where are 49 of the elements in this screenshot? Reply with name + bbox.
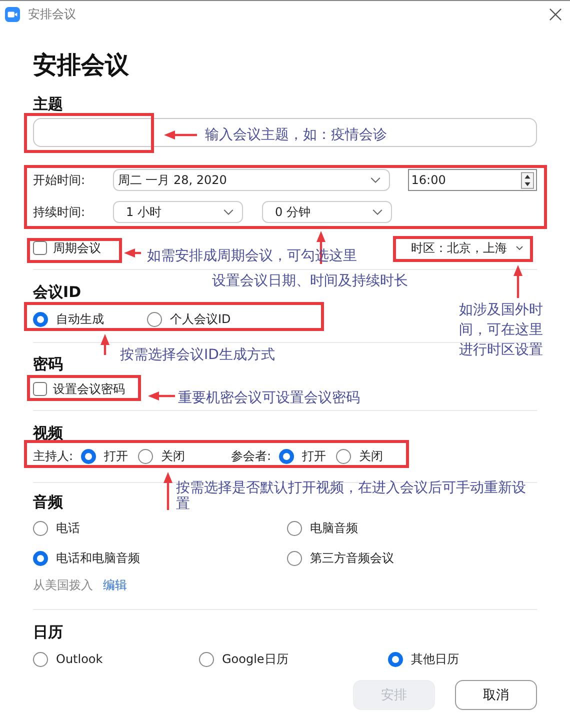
spinner-icon[interactable]	[521, 172, 534, 188]
timezone-dropdown[interactable]: 时区：北京，上海	[411, 240, 524, 256]
window-title: 安排会议	[28, 6, 76, 23]
radio-option[interactable]: 打开	[279, 448, 326, 464]
topic-field[interactable]	[33, 118, 537, 147]
field-label: 参会者:	[231, 448, 272, 464]
time-field[interactable]: 16:00	[408, 169, 537, 191]
radio-option[interactable]: Outlook	[33, 652, 199, 666]
section-title: 音频	[33, 492, 63, 512]
radio-option[interactable]: 第三方音频会议	[287, 547, 394, 569]
section-title: 主题	[33, 94, 63, 114]
annotation-note: 重要机密会议可设置会议密码	[178, 389, 360, 408]
radio-option[interactable]: 打开	[81, 448, 128, 464]
recurring-checkbox[interactable]: 周期会议	[33, 240, 101, 256]
radio-option[interactable]: 电脑音频	[287, 517, 358, 539]
field-label: 主持人:	[33, 448, 74, 464]
section-title: 视频	[33, 423, 63, 443]
section-title: 密码	[33, 354, 63, 374]
radio-option[interactable]: 电话和电脑音频	[33, 547, 140, 569]
cancel-button[interactable]: 取消	[455, 680, 537, 710]
dial-in-label: 从美国拨入	[33, 576, 93, 594]
field-label: 持续时间:	[33, 204, 86, 220]
hours-dropdown[interactable]: 1 小时	[113, 201, 243, 223]
annotation-note: 输入会议主题，如：疫情会诊	[205, 126, 387, 145]
annotation-note: 按需选择是否默认打开视频，在进入会议后可手动重新设置	[176, 480, 526, 512]
chevron-icon	[223, 208, 234, 216]
radio-option[interactable]: 电话	[33, 517, 80, 539]
annotation-note: 按需选择会议ID生成方式	[120, 346, 275, 365]
app-logo-icon	[5, 7, 20, 22]
section-title: 日历	[33, 622, 63, 642]
radio-option[interactable]: 其他日历	[388, 650, 459, 668]
close-icon[interactable]	[549, 8, 562, 21]
annotation-note: 设置会议日期、时间及持续时长	[212, 272, 408, 291]
date-dropdown[interactable]: 周二 一月 28, 2020	[112, 169, 390, 191]
radio-option[interactable]: Google日历	[199, 650, 388, 668]
radio-option[interactable]: 关闭	[138, 448, 186, 464]
radio-option[interactable]: 自动生成	[33, 310, 147, 328]
radio-option[interactable]: 关闭	[336, 448, 384, 464]
chevron-icon	[372, 208, 383, 216]
minutes-dropdown[interactable]: 0 分钟	[262, 201, 392, 223]
section-title: 会议ID	[33, 282, 82, 302]
chevron-icon	[370, 176, 382, 184]
radio-option[interactable]: 个人会议ID	[147, 310, 231, 328]
field-label: 开始时间:	[33, 172, 86, 188]
chevron-icon	[515, 245, 524, 251]
annotation-note: 如涉及国外时间，可在这里进行时区设置	[459, 301, 544, 360]
edit-link[interactable]: 编辑	[103, 576, 127, 594]
password-checkbox[interactable]: 设置会议密码	[33, 380, 125, 398]
dialog-heading: 安排会议	[33, 50, 130, 81]
